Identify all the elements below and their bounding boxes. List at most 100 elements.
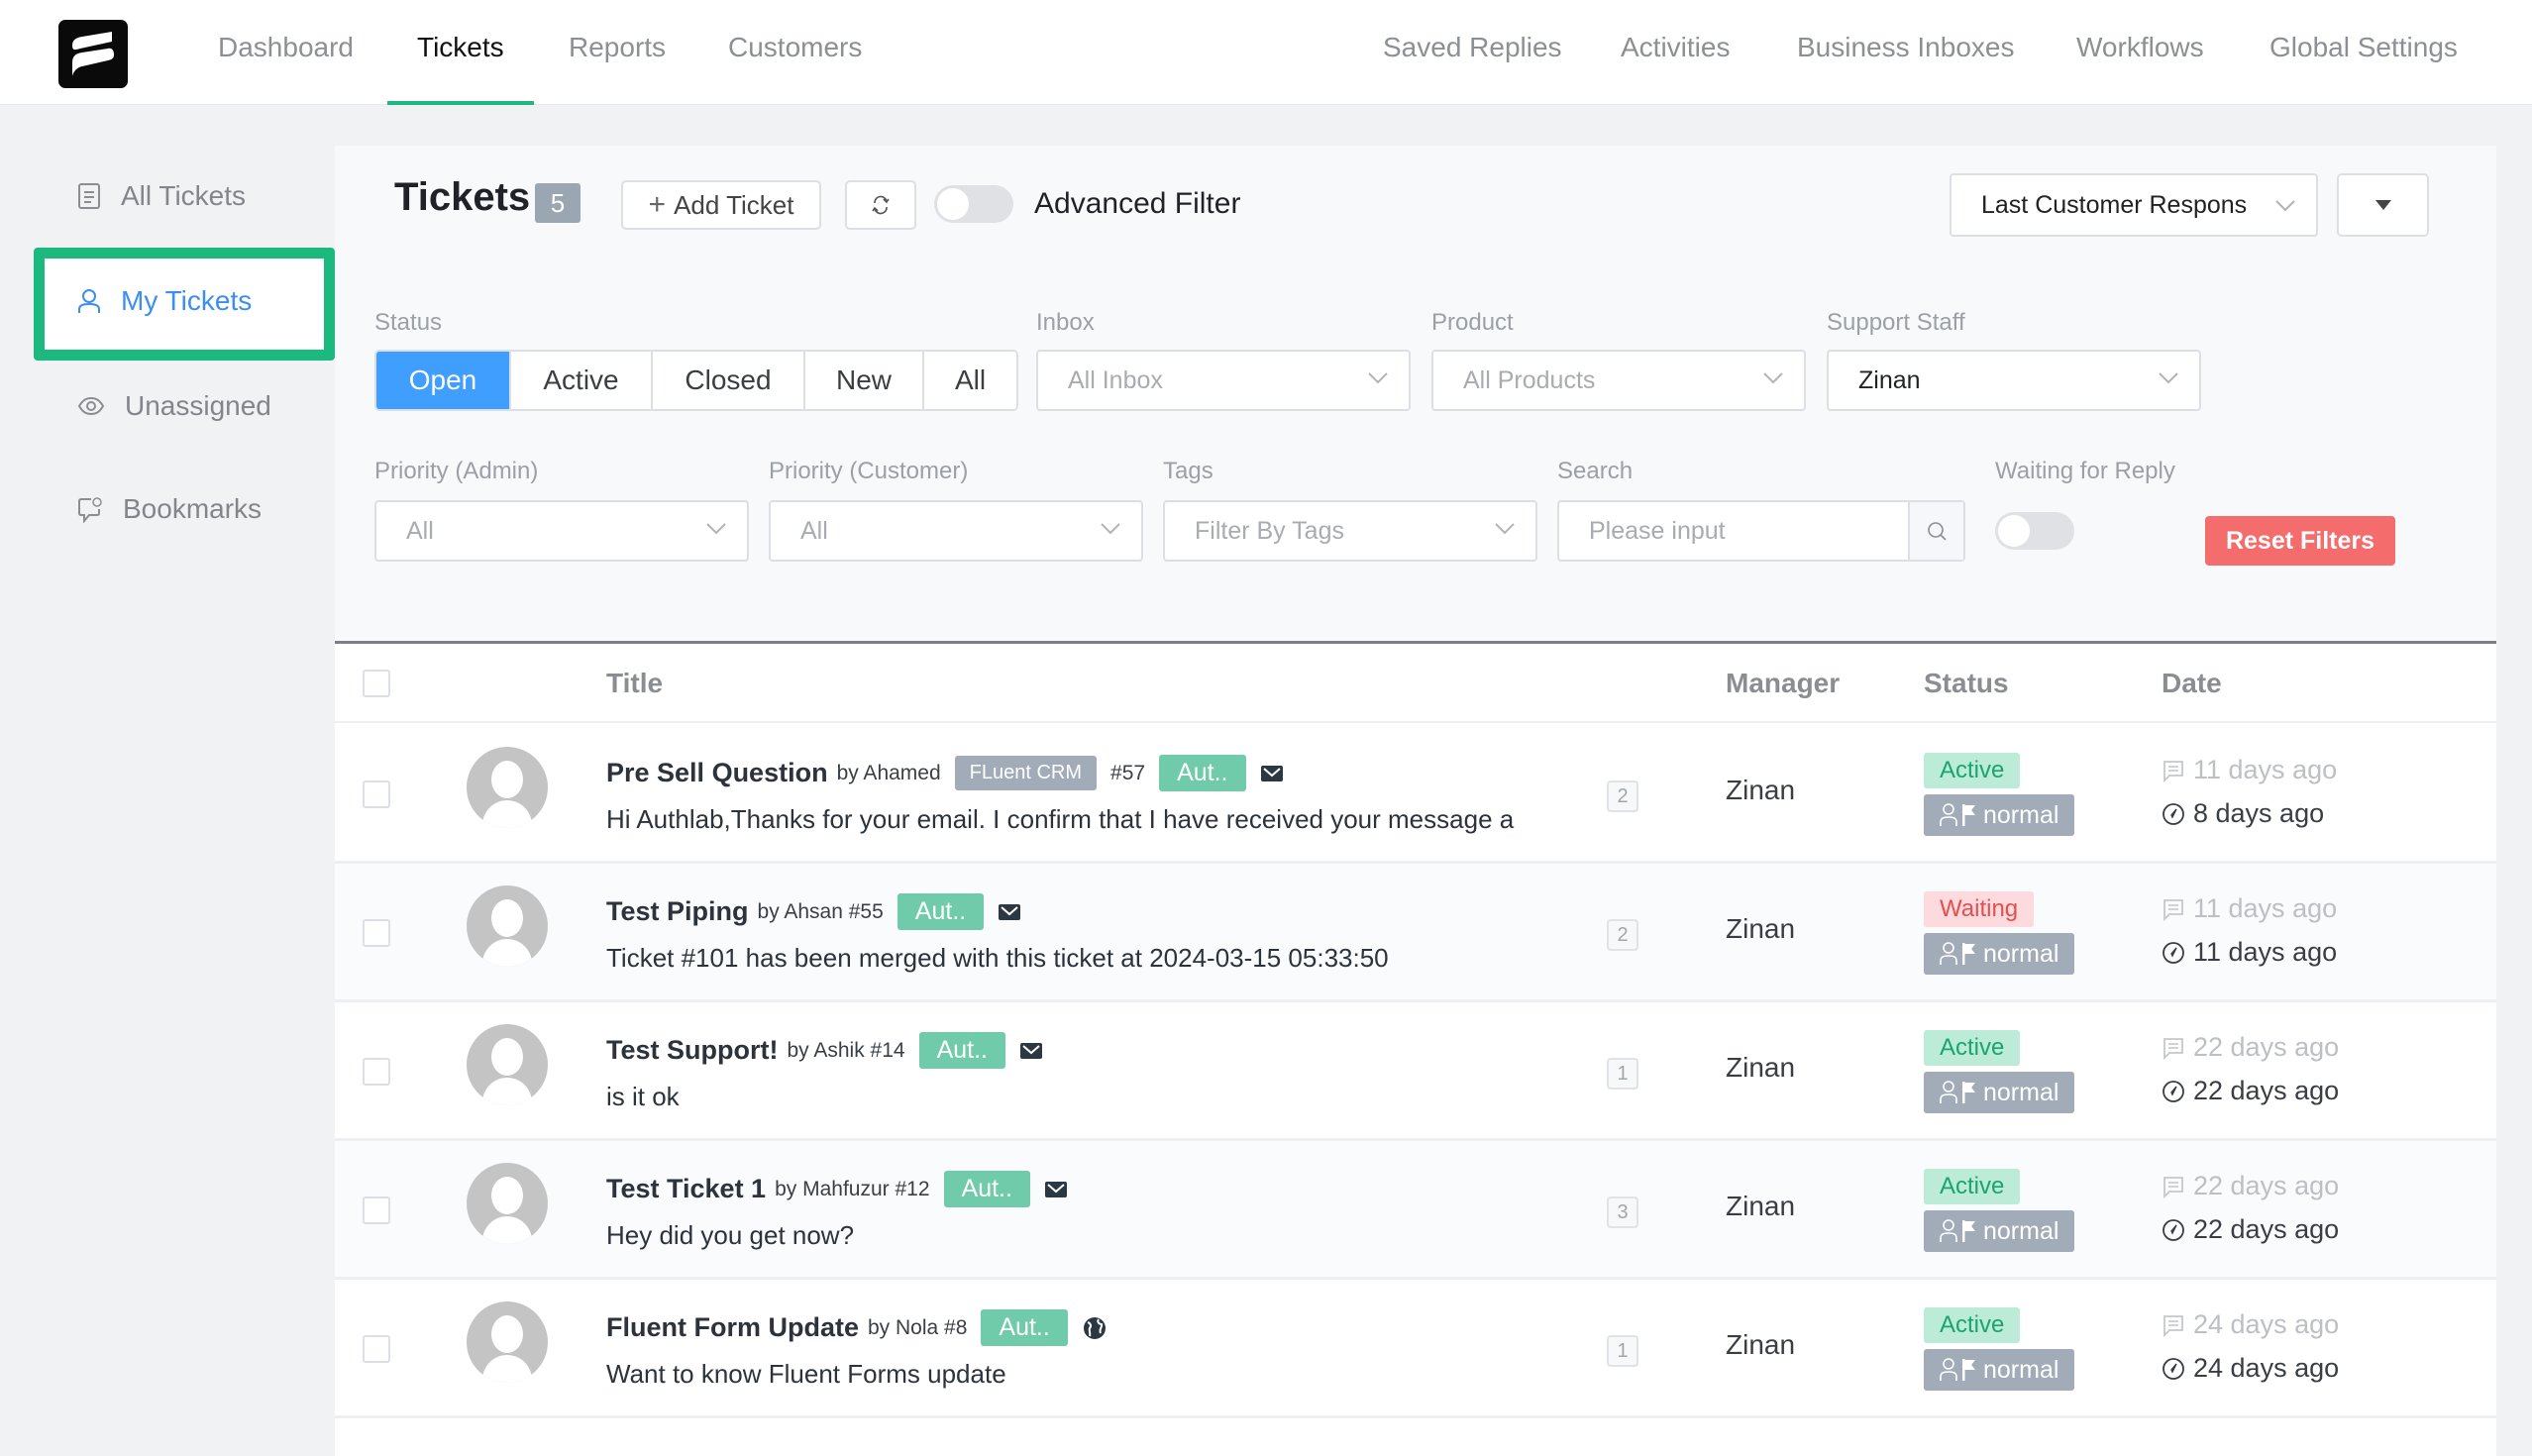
plus-icon: + <box>648 188 667 221</box>
priority-label: normal <box>1983 1355 2059 1384</box>
nav-dashboard[interactable]: Dashboard <box>188 0 383 105</box>
ticket-author: by Nola #8 <box>868 1315 968 1339</box>
top-navigation: Dashboard Tickets Reports Customers Save… <box>0 0 2532 105</box>
ticket-author: by Ahamed <box>836 761 941 784</box>
ticket-title[interactable]: Test Piping <box>606 896 749 927</box>
status-option-all[interactable]: All <box>922 352 1016 409</box>
priority-admin-label: Priority (Admin) <box>374 458 539 484</box>
chat-at-icon <box>78 497 102 523</box>
sort-select[interactable]: Last Customer Respons <box>1950 173 2318 237</box>
last-response-date: 22 days ago <box>2162 1171 2339 1201</box>
column-manager[interactable]: Manager <box>1726 668 1840 699</box>
source-icon <box>998 902 1021 922</box>
chevron-down-icon <box>2159 372 2178 384</box>
refresh-button[interactable] <box>845 180 916 230</box>
status-badge: Active <box>1924 1169 2021 1204</box>
row-checkbox[interactable] <box>363 1058 390 1086</box>
sidebar-item-my-tickets[interactable]: My Tickets <box>77 271 252 331</box>
tickets-panel: Tickets 5 + Add Ticket Advanced Filter L… <box>335 146 2496 1456</box>
priority-label: normal <box>1983 1216 2059 1245</box>
ticket-excerpt: Ticket #101 has been merged with this ti… <box>606 943 1389 973</box>
clock-icon <box>2163 941 2184 964</box>
ticket-title[interactable]: Test Support! <box>606 1035 778 1066</box>
nav-global-settings[interactable]: Global Settings <box>2240 0 2487 105</box>
support-staff-select[interactable]: Zinan <box>1827 350 2201 411</box>
tags-select[interactable]: Filter By Tags <box>1163 500 1537 562</box>
product-select[interactable]: All Products <box>1431 350 1806 411</box>
nav-tickets[interactable]: Tickets <box>387 0 534 105</box>
app-logo[interactable] <box>58 20 128 88</box>
priority-customer-select[interactable]: All <box>769 500 1143 562</box>
sidebar-item-bookmarks[interactable]: Bookmarks <box>77 479 262 539</box>
ticket-excerpt: Want to know Fluent Forms update <box>606 1359 1006 1389</box>
ticket-row[interactable]: Test Piping by Ahsan #55 Aut.. Ticket #1… <box>335 864 2496 1002</box>
column-title[interactable]: Title <box>606 668 663 699</box>
status-segmented-control: Open Active Closed New All <box>374 350 1018 411</box>
user-icon <box>78 289 100 313</box>
envelope-icon <box>1044 1181 1067 1197</box>
globe-icon <box>1083 1316 1106 1339</box>
row-checkbox[interactable] <box>363 1335 390 1363</box>
sidebar-item-label: Unassigned <box>125 390 271 421</box>
status-badge: Active <box>1924 1030 2021 1066</box>
nav-customers[interactable]: Customers <box>698 0 892 105</box>
customer-flag-icon <box>1940 1081 1975 1103</box>
add-ticket-button[interactable]: + Add Ticket <box>621 180 821 230</box>
search-input[interactable] <box>1559 502 1908 560</box>
ticket-row[interactable]: Test Ticket 1 by Mahfuzur #12 Aut.. Hey … <box>335 1141 2496 1280</box>
waiting-for-reply-toggle[interactable] <box>1995 512 2074 550</box>
column-status[interactable]: Status <box>1924 668 2009 699</box>
nav-reports[interactable]: Reports <box>539 0 695 105</box>
reset-filters-button[interactable]: Reset Filters <box>2205 516 2395 566</box>
row-checkbox[interactable] <box>363 919 390 947</box>
ticket-author: by Ashik #14 <box>787 1038 905 1062</box>
row-checkbox[interactable] <box>363 780 390 808</box>
select-all-checkbox[interactable] <box>363 670 390 697</box>
advanced-filter-toggle[interactable] <box>934 185 1013 223</box>
last-response-text: 11 days ago <box>2193 893 2338 923</box>
sort-direction-button[interactable] <box>2337 173 2429 237</box>
status-option-open[interactable]: Open <box>376 352 509 409</box>
status-badge: Waiting <box>1924 891 2035 927</box>
status-option-new[interactable]: New <box>803 352 922 409</box>
customer-flag-icon <box>1940 942 1975 965</box>
column-date[interactable]: Date <box>2162 668 2222 699</box>
ticket-row[interactable]: Fluent Form Update by Nola #8 Aut.. Want… <box>335 1280 2496 1418</box>
tag-badge: Aut.. <box>918 1032 1005 1069</box>
ticket-row[interactable]: Pre Sell Question by Ahamed FLuent CRM #… <box>335 725 2496 864</box>
avatar <box>467 1024 548 1105</box>
caret-down-icon <box>2374 200 2391 210</box>
sidebar-item-label: All Tickets <box>121 180 247 211</box>
priority-admin-select[interactable]: All <box>374 500 749 562</box>
ticket-title-line: Test Piping by Ahsan #55 Aut.. <box>606 893 1021 930</box>
tag-badge: Aut.. <box>1159 755 1246 791</box>
status-option-active[interactable]: Active <box>509 352 651 409</box>
sort-select-value: Last Customer Respons <box>1981 190 2248 219</box>
nav-workflows[interactable]: Workflows <box>2047 0 2234 105</box>
ticket-title[interactable]: Fluent Form Update <box>606 1312 859 1343</box>
chevron-down-icon <box>2274 199 2296 213</box>
ticket-author: by Ahsan #55 <box>757 899 884 923</box>
nav-activities[interactable]: Activities <box>1591 0 1759 105</box>
inbox-select[interactable]: All Inbox <box>1036 350 1411 411</box>
row-checkbox[interactable] <box>363 1196 390 1224</box>
nav-saved-replies[interactable]: Saved Replies <box>1353 0 1592 105</box>
inbox-filter-label: Inbox <box>1036 309 1095 336</box>
status-badge: Active <box>1924 753 2021 788</box>
sidebar-item-unassigned[interactable]: Unassigned <box>77 376 271 436</box>
ticket-number: #57 <box>1110 761 1146 784</box>
waiting-since-text: 22 days ago <box>2193 1076 2340 1105</box>
document-icon <box>78 183 100 209</box>
clock-icon <box>2163 802 2184 825</box>
avatar <box>467 885 548 967</box>
priority-customer-value: All <box>800 516 828 545</box>
nav-business-inboxes[interactable]: Business Inboxes <box>1767 0 2044 105</box>
ticket-excerpt: Hey did you get now? <box>606 1220 855 1250</box>
ticket-title[interactable]: Pre Sell Question <box>606 758 828 788</box>
sidebar-item-all-tickets[interactable]: All Tickets <box>77 166 246 226</box>
ticket-row[interactable]: Test Support! by Ashik #14 Aut.. is it o… <box>335 1002 2496 1141</box>
manager-name: Zinan <box>1726 1329 1796 1360</box>
ticket-title[interactable]: Test Ticket 1 <box>606 1174 766 1204</box>
status-option-closed[interactable]: Closed <box>651 352 803 409</box>
search-button[interactable] <box>1908 502 1963 560</box>
